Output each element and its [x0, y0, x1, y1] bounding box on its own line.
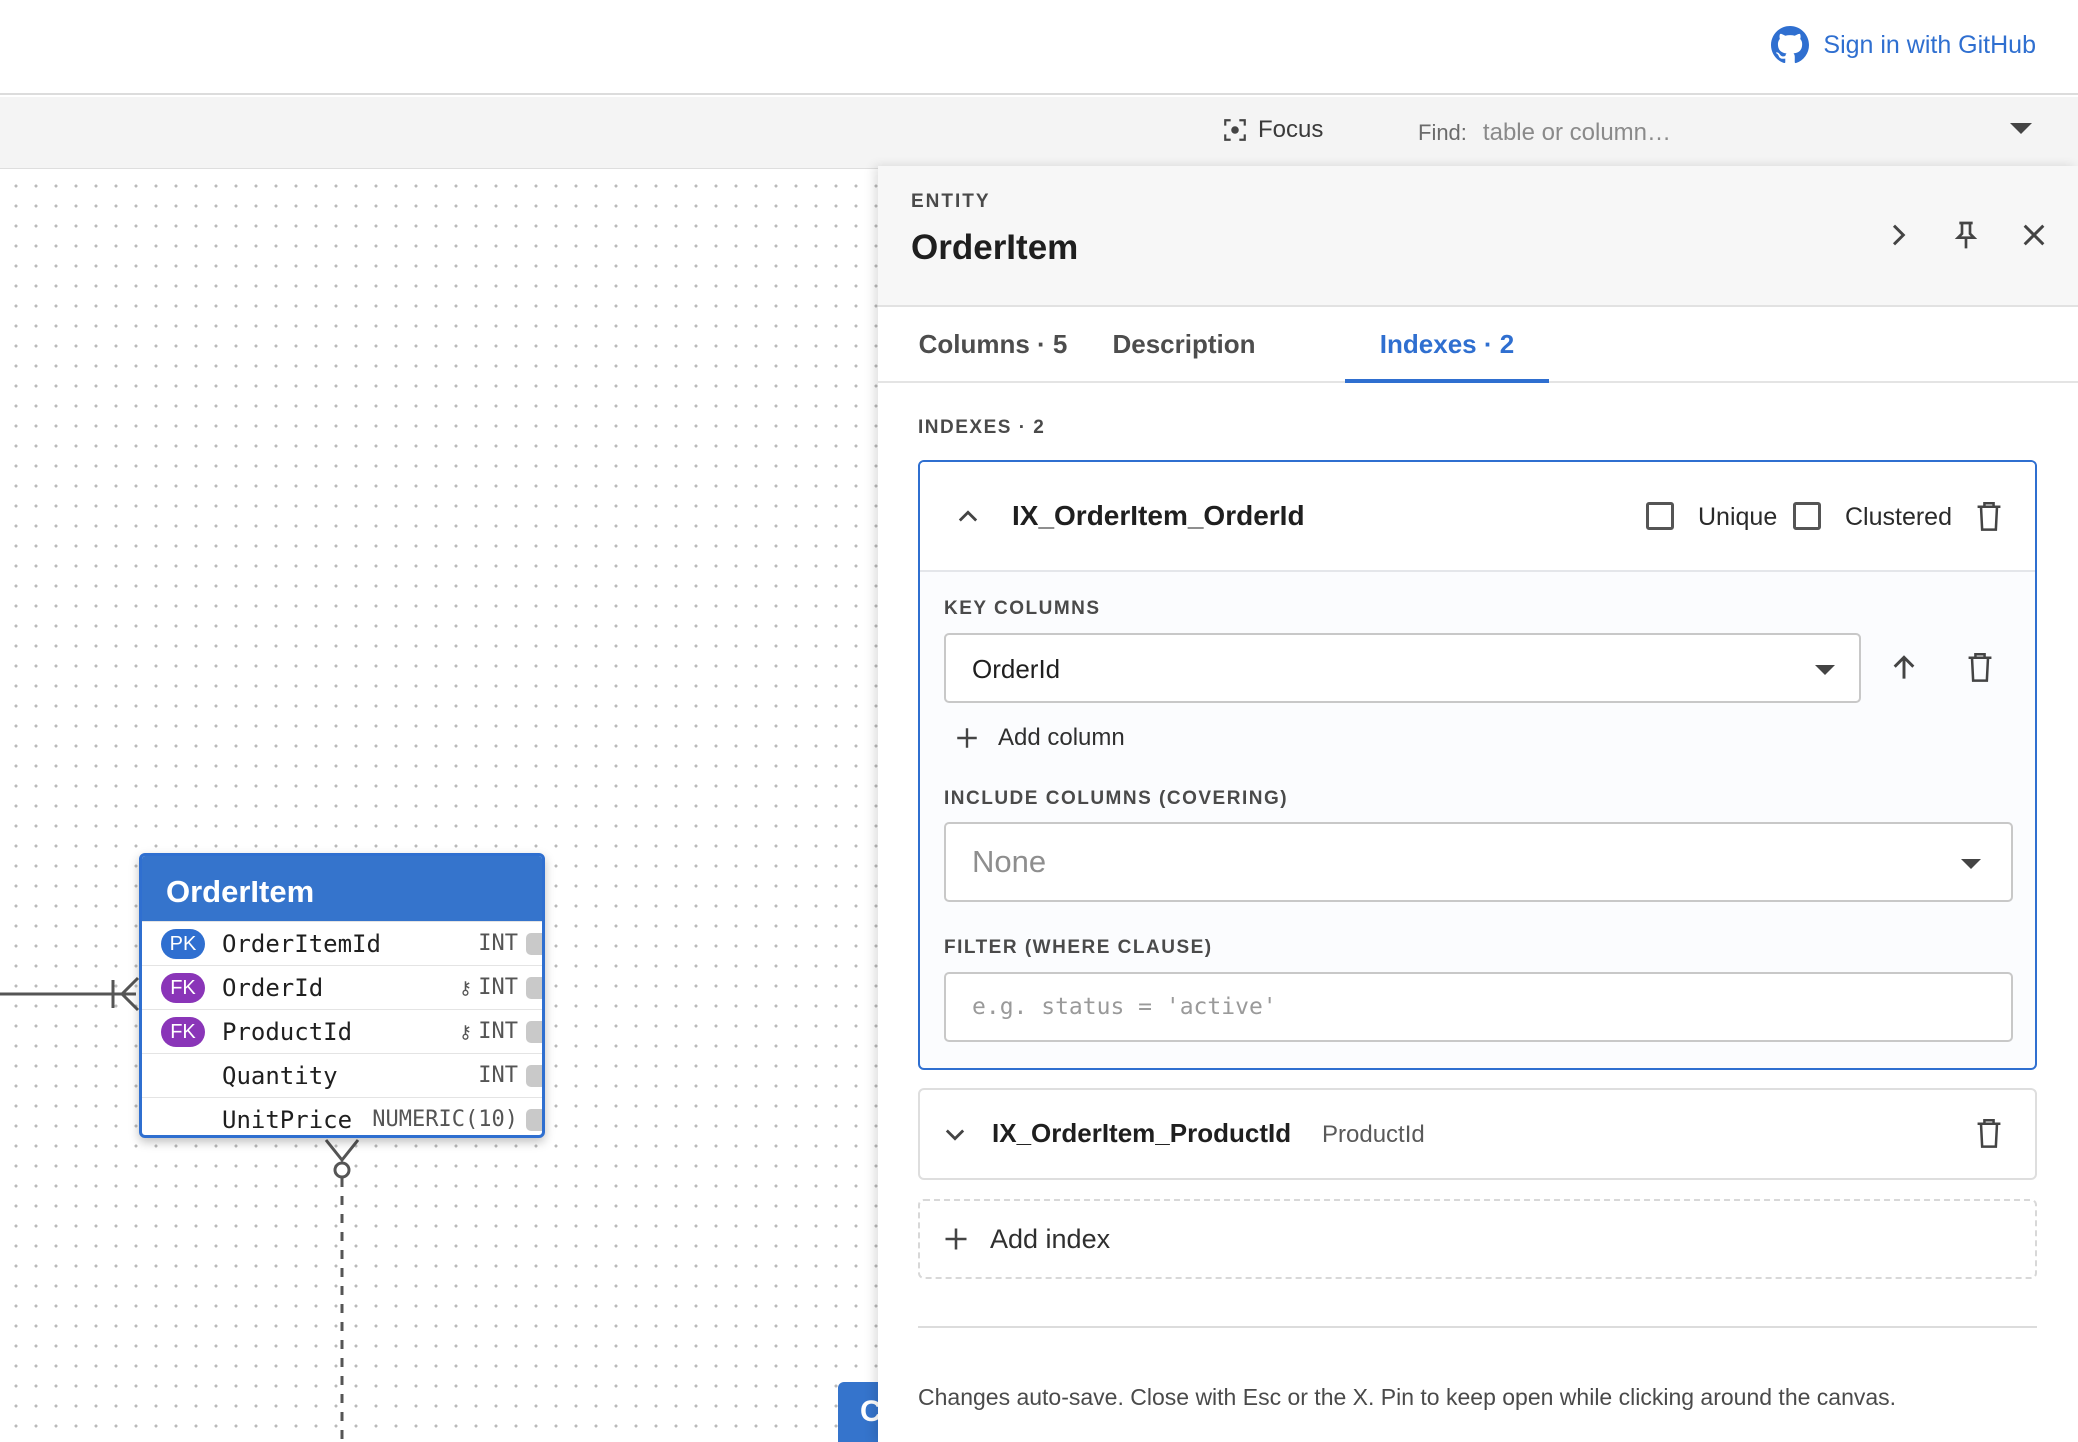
key-columns-label: KEY COLUMNS: [944, 598, 1101, 619]
tab-description[interactable]: Description: [1096, 309, 1272, 383]
column-type: INT: [478, 931, 518, 956]
sign-in-label: Sign in with GitHub: [1823, 30, 2036, 59]
index-columns-summary: ProductId: [1322, 1121, 1425, 1148]
include-columns-label: INCLUDE COLUMNS (COVERING): [944, 788, 1289, 809]
zero-circle-icon: [333, 1161, 351, 1179]
trash-icon: [1968, 653, 1992, 682]
sign-in-with-github-button[interactable]: Sign in with GitHub: [1771, 26, 2036, 64]
close-icon: [2023, 224, 2045, 246]
fk-badge: FK: [161, 1016, 205, 1047]
column-name: UnitPrice: [222, 1105, 353, 1134]
column-name: Quantity: [222, 1061, 338, 1090]
panel-title: OrderItem: [911, 228, 1079, 267]
chevron-right-icon: [1892, 224, 1906, 246]
expand-panel-button[interactable]: [1878, 215, 1918, 255]
focus-icon: [1224, 119, 1246, 141]
column-type: INT: [478, 975, 518, 1000]
plus-icon: [945, 1228, 967, 1250]
column-type: NUMERIC(10): [372, 1107, 518, 1132]
index-name: IX_OrderItem_OrderId: [1012, 500, 1305, 531]
expand-index-button[interactable]: [940, 1119, 970, 1149]
connection-handle[interactable]: [526, 1109, 542, 1131]
find-input[interactable]: [1482, 119, 2003, 147]
top-header: Sign in with GitHub: [0, 0, 2078, 95]
pin-icon: [1954, 221, 1978, 249]
column-type: INT: [478, 1063, 518, 1088]
chevron-up-icon: [958, 510, 978, 522]
index-card-expanded: IX_OrderItem_OrderId Unique Clustered KE…: [918, 460, 2037, 1070]
column-type: INT: [478, 1019, 518, 1044]
entity-column-row[interactable]: FK ProductId ⚷ INT: [142, 1009, 542, 1053]
add-column-label: Add column: [998, 724, 1125, 751]
key-column-value: OrderId: [972, 654, 1061, 684]
indexes-heading: INDEXES · 2: [918, 417, 1046, 438]
clustered-checkbox[interactable]: [1793, 502, 1821, 530]
add-index-button[interactable]: Add index: [918, 1199, 2037, 1279]
move-up-button[interactable]: [1884, 648, 1924, 688]
index-card-collapsed[interactable]: IX_OrderItem_ProductId ProductId: [918, 1088, 2037, 1180]
find-label: Find:: [1418, 120, 1467, 145]
connection-handle[interactable]: [526, 977, 542, 999]
panel-header: ENTITY OrderItem: [878, 166, 2078, 307]
footer-divider: [918, 1326, 2037, 1328]
key-icon: ⚷: [458, 1022, 472, 1043]
focus-button[interactable]: Focus: [1222, 116, 1323, 144]
chevron-down-icon: [945, 1129, 965, 1141]
entity-side-panel: ENTITY OrderItem Columns · 5 Description…: [878, 166, 2078, 1442]
pin-panel-button[interactable]: [1946, 215, 1986, 255]
entity-column-row[interactable]: FK OrderId ⚷ INT: [142, 965, 542, 1009]
footer-note: Changes auto-save. Close with Esc or the…: [918, 1384, 1897, 1410]
diagram-canvas[interactable]: OrderItem PK OrderItemId INT FK OrderId …: [0, 170, 898, 1442]
trash-icon: [1977, 502, 2001, 531]
tab-indexes[interactable]: Indexes · 2: [1345, 309, 1549, 383]
pk-badge: PK: [161, 928, 205, 959]
dropdown-caret-icon: [1961, 859, 1981, 869]
github-icon: [1771, 26, 1810, 64]
connection-handle[interactable]: [526, 1021, 542, 1043]
entity-card-orderitem[interactable]: OrderItem PK OrderItemId INT FK OrderId …: [139, 853, 545, 1138]
remove-key-column-button[interactable]: [1960, 648, 2000, 688]
entity-column-row[interactable]: Quantity INT: [142, 1053, 542, 1097]
column-name: OrderId: [222, 973, 324, 1002]
trash-icon: [1977, 1119, 2001, 1148]
unique-checkbox[interactable]: [1646, 502, 1674, 530]
tab-columns[interactable]: Columns · 5: [908, 309, 1078, 383]
delete-index-button[interactable]: [1972, 1116, 2006, 1152]
include-columns-value: None: [972, 844, 1047, 879]
include-columns-select[interactable]: None: [944, 822, 2013, 902]
crow-foot-bottom-icon: [324, 1139, 360, 1163]
relationship-lines: [0, 976, 360, 1442]
connection-handle[interactable]: [526, 1065, 542, 1087]
add-column-button[interactable]: Add column: [954, 724, 1125, 752]
canvas-toolbar: Focus Find:: [0, 97, 2078, 169]
find-box: Find:: [1418, 115, 2038, 151]
add-index-label: Add index: [990, 1223, 1111, 1254]
filter-where-input[interactable]: [944, 972, 2013, 1042]
delete-index-button[interactable]: [1972, 499, 2006, 535]
collapse-index-button[interactable]: [953, 502, 983, 532]
dropdown-caret-icon: [1815, 665, 1835, 675]
panel-eyebrow: ENTITY: [911, 191, 991, 212]
index-card-header[interactable]: IX_OrderItem_OrderId Unique Clustered: [920, 462, 2035, 572]
plus-icon: [957, 728, 977, 748]
focus-label: Focus: [1258, 116, 1324, 143]
entity-column-row[interactable]: PK OrderItemId INT: [142, 921, 542, 965]
key-icon: ⚷: [458, 978, 472, 999]
unique-label[interactable]: Unique: [1698, 503, 1777, 532]
fk-badge: FK: [161, 972, 205, 1003]
column-name: OrderItemId: [222, 929, 381, 958]
panel-tabs: Columns · 5 Description Indexes · 2: [878, 309, 2078, 383]
close-panel-button[interactable]: [2014, 215, 2054, 255]
index-name: IX_OrderItem_ProductId: [992, 1118, 1292, 1148]
clustered-label[interactable]: Clustered: [1845, 503, 1952, 532]
entity-card-title: OrderItem: [142, 856, 542, 921]
column-name: ProductId: [222, 1017, 353, 1046]
connection-handle[interactable]: [526, 933, 542, 955]
filter-label: FILTER (WHERE CLAUSE): [944, 937, 1213, 958]
find-dropdown-caret-icon[interactable]: [2010, 123, 2032, 134]
key-column-select[interactable]: OrderId: [944, 633, 1861, 703]
arrow-up-icon: [1893, 655, 1915, 679]
entity-column-row[interactable]: UnitPrice NUMERIC(10): [142, 1097, 542, 1135]
